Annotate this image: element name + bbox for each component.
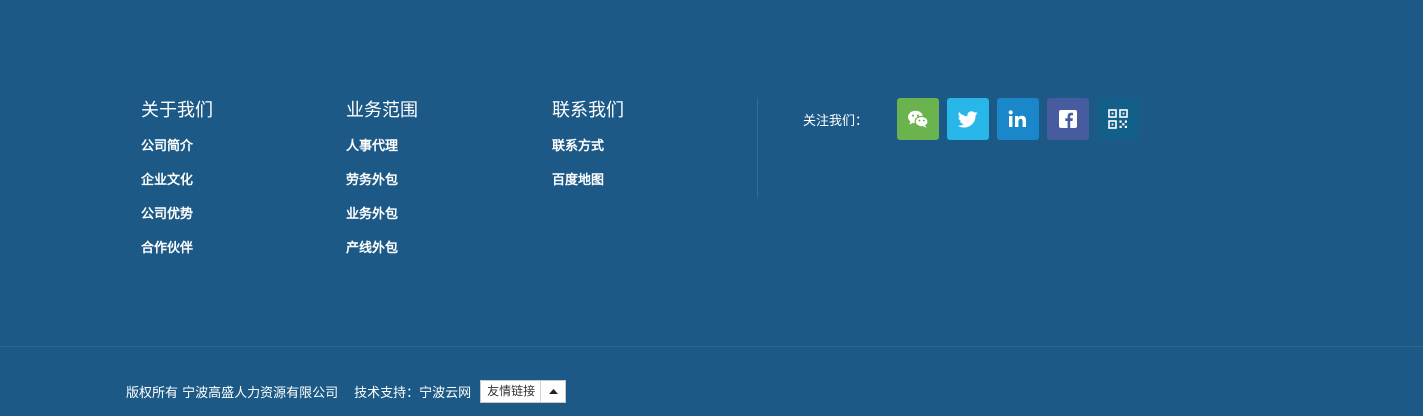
link-corporate-culture[interactable]: 企业文化 (141, 173, 193, 188)
twitter-icon (958, 110, 978, 127)
link-baidu-map[interactable]: 百度地图 (552, 173, 604, 188)
link-labor-outsourcing[interactable]: 劳务外包 (346, 173, 398, 188)
twitter-button[interactable] (947, 98, 989, 140)
list-item: 人事代理 (346, 135, 418, 169)
link-personnel-agency[interactable]: 人事代理 (346, 139, 398, 154)
nav-list-contact: 联系方式 百度地图 (552, 135, 624, 203)
link-business-outsourcing[interactable]: 业务外包 (346, 207, 398, 222)
follow-label: 关注我们： (803, 113, 869, 129)
nav-title-contact: 联系我们 (552, 100, 624, 121)
list-item: 百度地图 (552, 169, 624, 203)
list-item: 合作伙伴 (141, 237, 213, 271)
list-item: 联系方式 (552, 135, 624, 169)
list-item: 公司简介 (141, 135, 213, 169)
link-company-profile[interactable]: 公司简介 (141, 139, 193, 154)
list-item: 劳务外包 (346, 169, 418, 203)
nav-list-about: 公司简介 企业文化 公司优势 合作伙伴 (141, 135, 213, 271)
tech-support-text: 技术支持：宁波云网 (354, 386, 472, 401)
qrcode-button[interactable] (1097, 98, 1139, 140)
link-company-advantages[interactable]: 公司优势 (141, 207, 193, 222)
nav-column-contact: 联系我们 联系方式 百度地图 (552, 99, 624, 203)
link-production-line-outsourcing[interactable]: 产线外包 (346, 241, 398, 256)
qrcode-icon (1108, 109, 1128, 129)
wechat-icon (908, 110, 929, 128)
copyright-text: 版权所有 宁波高盛人力资源有限公司 (126, 386, 339, 401)
link-contact-info[interactable]: 联系方式 (552, 139, 604, 154)
linkedin-button[interactable] (997, 98, 1039, 140)
friendly-links-label: 友情链接 (487, 384, 536, 398)
friendly-links-select[interactable]: 友情链接 (480, 380, 567, 403)
caret-up-icon (540, 381, 565, 402)
list-item: 业务外包 (346, 203, 418, 237)
social-buttons (897, 98, 1139, 140)
footer-divider (0, 346, 1423, 347)
list-item: 公司优势 (141, 203, 213, 237)
linkedin-icon (1008, 110, 1026, 127)
link-partners[interactable]: 合作伙伴 (141, 241, 193, 256)
nav-list-business: 人事代理 劳务外包 业务外包 产线外包 (346, 135, 418, 271)
nav-title-about: 关于我们 (141, 100, 213, 121)
wechat-button[interactable] (897, 98, 939, 140)
facebook-button[interactable] (1047, 98, 1089, 140)
nav-column-business: 业务范围 人事代理 劳务外包 业务外包 产线外包 (346, 99, 418, 271)
footer-top: 关于我们 公司简介 企业文化 公司优势 合作伙伴 业务范围 人事代理 劳务外包 … (0, 0, 1423, 346)
nav-title-business: 业务范围 (346, 100, 418, 121)
vertical-divider (757, 98, 758, 198)
footer-bottom: 版权所有 宁波高盛人力资源有限公司 技术支持：宁波云网 友情链接 (126, 380, 567, 403)
nav-column-about: 关于我们 公司简介 企业文化 公司优势 合作伙伴 (141, 99, 213, 271)
follow-us: 关注我们： (803, 98, 1139, 140)
list-item: 企业文化 (141, 169, 213, 203)
list-item: 产线外包 (346, 237, 418, 271)
facebook-icon (1059, 110, 1077, 128)
